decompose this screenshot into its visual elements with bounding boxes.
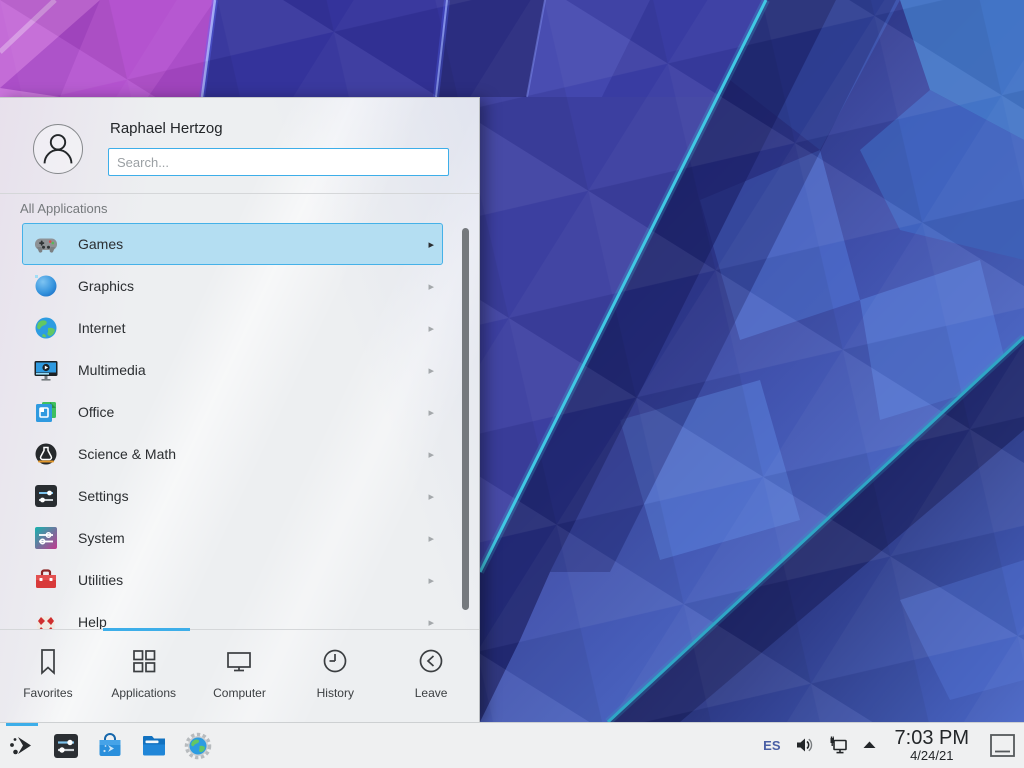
application-launcher-menu: Raphael Hertzog All Applications Games ▸ xyxy=(0,97,480,722)
search-input[interactable] xyxy=(108,148,449,176)
user-icon xyxy=(34,125,82,173)
tab-label: Favorites xyxy=(23,686,72,700)
user-avatar[interactable] xyxy=(33,124,83,174)
document-icon xyxy=(33,399,59,425)
submenu-arrow-icon: ▸ xyxy=(428,574,434,587)
menu-item-system[interactable]: System ▸ xyxy=(22,517,443,559)
submenu-arrow-icon: ▸ xyxy=(428,238,434,251)
folder-icon xyxy=(139,731,169,761)
clock-icon xyxy=(319,646,351,678)
monitor-play-icon xyxy=(33,357,59,383)
menu-item-internet[interactable]: Internet ▸ xyxy=(22,307,443,349)
file-manager-button[interactable] xyxy=(132,723,176,768)
monitor-icon xyxy=(223,646,255,678)
leave-icon xyxy=(415,646,447,678)
clock-time: 7:03 PM xyxy=(895,728,969,749)
submenu-arrow-icon: ▸ xyxy=(428,532,434,545)
globe-icon xyxy=(33,315,59,341)
user-name: Raphael Hertzog xyxy=(110,120,223,137)
menu-item-label: Multimedia xyxy=(78,362,428,378)
menu-item-label: Games xyxy=(78,236,428,252)
web-tools-button[interactable] xyxy=(176,723,220,768)
tab-label: Computer xyxy=(213,686,266,700)
volume-icon[interactable] xyxy=(795,736,814,754)
system-tray: ES 7:03 PM 4/24/21 xyxy=(763,728,1024,763)
desktop: { "launcher": { "user_name": "Raphael He… xyxy=(0,0,1024,768)
help-icon xyxy=(33,609,59,629)
tab-applications[interactable]: Applications xyxy=(96,630,192,723)
submenu-arrow-icon: ▸ xyxy=(428,616,434,629)
submenu-arrow-icon: ▸ xyxy=(428,364,434,377)
tab-computer[interactable]: Computer xyxy=(192,630,288,723)
bookmark-icon xyxy=(32,646,64,678)
network-icon[interactable] xyxy=(828,736,848,755)
section-header: All Applications xyxy=(0,194,479,223)
system-sliders-icon xyxy=(33,525,59,551)
globe-gear-icon xyxy=(183,731,213,761)
tab-leave[interactable]: Leave xyxy=(383,630,479,723)
flask-icon xyxy=(33,441,59,467)
taskbar: ES 7:03 PM 4/24/21 xyxy=(0,722,1024,768)
menu-item-label: Science & Math xyxy=(78,446,428,462)
menu-item-help[interactable]: Help ▸ xyxy=(22,601,443,629)
submenu-arrow-icon: ▸ xyxy=(428,406,434,419)
menu-item-utilities[interactable]: Utilities ▸ xyxy=(22,559,443,601)
menu-item-label: Settings xyxy=(78,488,428,504)
keyboard-layout-indicator[interactable]: ES xyxy=(763,738,780,753)
menu-item-games[interactable]: Games ▸ xyxy=(22,223,443,265)
sphere-icon xyxy=(33,273,59,299)
menu-item-science-math[interactable]: Science & Math ▸ xyxy=(22,433,443,475)
submenu-arrow-icon: ▸ xyxy=(428,280,434,293)
kali-launcher-icon xyxy=(7,731,37,761)
system-settings-button[interactable] xyxy=(44,723,88,768)
launcher-header: Raphael Hertzog xyxy=(0,98,479,194)
launcher-tabbar: Favorites Applications Computer xyxy=(0,629,479,723)
menu-item-graphics[interactable]: Graphics ▸ xyxy=(22,265,443,307)
menu-item-label: Office xyxy=(78,404,428,420)
show-desktop-button[interactable] xyxy=(989,732,1016,759)
menu-item-settings[interactable]: Settings ▸ xyxy=(22,475,443,517)
expand-tray-icon[interactable] xyxy=(862,740,877,750)
submenu-arrow-icon: ▸ xyxy=(428,322,434,335)
menu-item-label: Internet xyxy=(78,320,428,336)
applications-list: Games ▸ Graphics ▸ Internet ▸ xyxy=(0,223,479,629)
menu-item-label: Utilities xyxy=(78,572,428,588)
menu-item-label: Help xyxy=(78,614,428,629)
clock-date: 4/24/21 xyxy=(895,749,969,763)
store-bag-icon xyxy=(95,731,125,761)
tab-label: History xyxy=(317,686,354,700)
app-launcher-button[interactable] xyxy=(0,723,44,768)
menu-item-label: System xyxy=(78,530,428,546)
software-center-button[interactable] xyxy=(88,723,132,768)
menu-item-multimedia[interactable]: Multimedia ▸ xyxy=(22,349,443,391)
gamepad-icon xyxy=(33,231,59,257)
submenu-arrow-icon: ▸ xyxy=(428,490,434,503)
menu-item-label: Graphics xyxy=(78,278,428,294)
submenu-arrow-icon: ▸ xyxy=(428,448,434,461)
list-scrollbar[interactable] xyxy=(462,228,469,610)
active-tab-indicator xyxy=(103,628,190,631)
menu-item-office[interactable]: Office ▸ xyxy=(22,391,443,433)
section-label: All Applications xyxy=(20,201,107,216)
settings-app-icon xyxy=(51,731,81,761)
grid-icon xyxy=(128,646,160,678)
sliders-dark-icon xyxy=(33,483,59,509)
tab-label: Applications xyxy=(111,686,176,700)
tab-label: Leave xyxy=(415,686,448,700)
tab-favorites[interactable]: Favorites xyxy=(0,630,96,723)
tab-history[interactable]: History xyxy=(287,630,383,723)
digital-clock[interactable]: 7:03 PM 4/24/21 xyxy=(891,728,973,763)
toolbox-icon xyxy=(33,567,59,593)
